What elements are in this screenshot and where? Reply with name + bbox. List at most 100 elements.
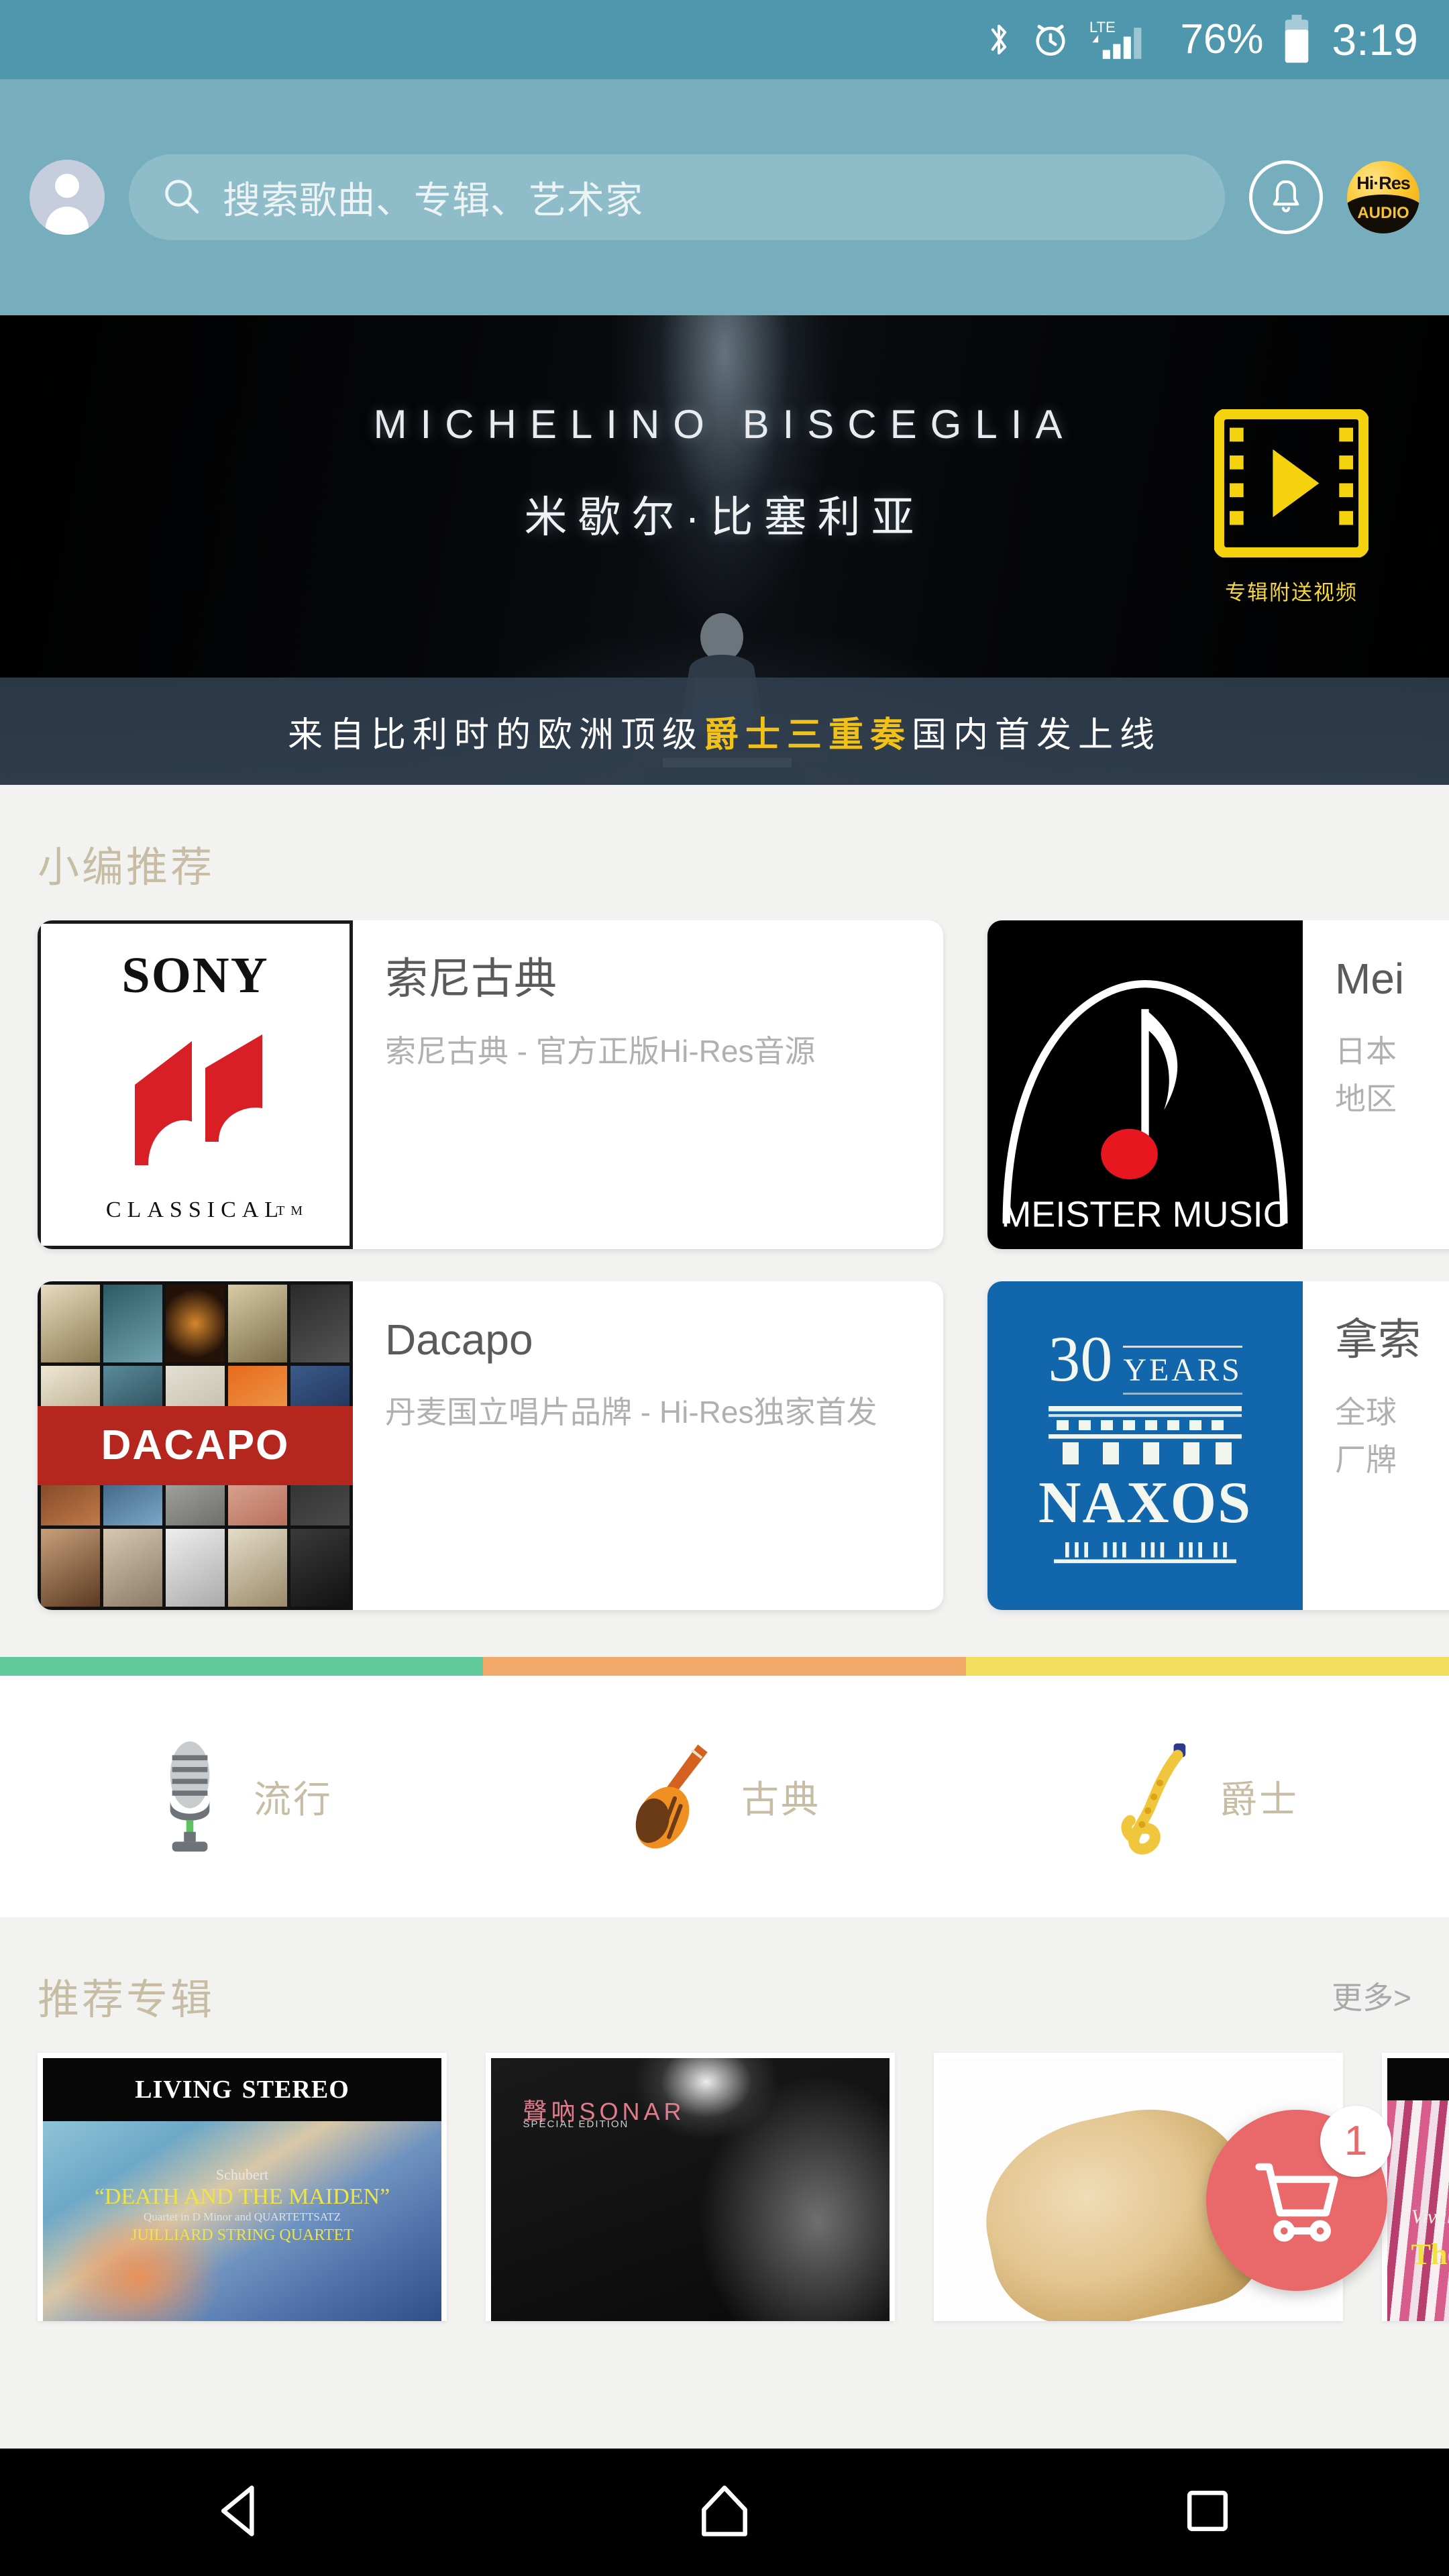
dacapo-wordmark: DACAPO — [101, 1422, 290, 1469]
album-subtitle: SPECIAL EDITION — [523, 2118, 629, 2131]
card-title: 拿索 — [1335, 1316, 1421, 1364]
recents-square-icon[interactable] — [1177, 2480, 1238, 2545]
meister-music-logo: MEISTER MUSIC — [987, 920, 1303, 1249]
dacapo-logo: DACAPO — [38, 1281, 353, 1610]
genre-tab-pop[interactable]: 流行 — [0, 1676, 483, 1917]
bell-icon[interactable] — [1249, 160, 1323, 234]
card-description: 全球 — [1335, 1395, 1397, 1430]
label-card-dacapo[interactable]: DACAPO Dacapo 丹麦国立唱片品牌 - Hi-Res独家首发 — [38, 1281, 943, 1610]
stereo-label: STEREO — [241, 2076, 350, 2104]
lte-signal-icon: LTE — [1087, 19, 1163, 60]
hero-caption-bar: 来自比利时的欧洲顶级 爵士三重奏 国内首发上线 — [0, 678, 1449, 785]
genre-tab-classical[interactable]: 古典 — [483, 1676, 966, 1917]
avatar[interactable] — [30, 160, 105, 235]
battery-percent-text: 76% — [1180, 16, 1264, 62]
label-card-naxos[interactable]: 30 YEARS NAXOS 拿索 全球 厂牌 — [987, 1281, 1449, 1610]
search-placeholder: 搜索歌曲、专辑、艺术家 — [223, 178, 643, 221]
search-input[interactable]: 搜索歌曲、专辑、艺术家 — [129, 154, 1225, 240]
genre-label-classical: 古典 — [741, 1778, 820, 1821]
card-title: Dacapo — [385, 1316, 533, 1364]
card-description: 索尼古典 - 官方正版Hi-Res音源 — [385, 1034, 816, 1069]
card-description-line2: 地区 — [1335, 1081, 1397, 1116]
album-art-death-and-the-maiden: LIVING STEREO Schubert “DEATH AND THE MA… — [43, 2058, 441, 2321]
album-art-sonar: 聲吶SONAR SPECIAL EDITION — [491, 2058, 890, 2321]
album-card[interactable]: LMG 8424 Vivaldi The — [1382, 2053, 1449, 2321]
album-title: The — [1411, 2237, 1449, 2271]
card-title: Mei — [1335, 955, 1405, 1003]
album-card[interactable]: 聲吶SONAR SPECIAL EDITION — [486, 2053, 895, 2321]
editor-picks-section: 小编推荐 — [0, 785, 1449, 920]
album-composer: Vivaldi — [1411, 2205, 1449, 2228]
genre-tabs: 流行 古典 爵士 — [0, 1676, 1449, 1917]
recommended-albums-section: 推荐专辑 更多> — [0, 1917, 1449, 2053]
meister-mark: MEISTER MUSIC — [1001, 979, 1289, 1235]
editor-picks-title: 小编推荐 — [38, 845, 215, 891]
hires-audio-badge: Hi·Res AUDIO — [1347, 161, 1419, 233]
label-card-sony[interactable]: SONY CLASSICAL TM 索尼古典 索尼古典 - 官方正版Hi-Res音… — [38, 920, 943, 1249]
android-nav-bar — [0, 2449, 1449, 2576]
genre-bar-pop — [0, 1657, 483, 1676]
genre-bar-jazz — [966, 1657, 1449, 1676]
hero-caption-start: 来自比利时的欧洲顶级 — [287, 715, 704, 755]
svg-text:LTE: LTE — [1089, 19, 1116, 36]
back-triangle-icon[interactable] — [211, 2480, 272, 2545]
status-bar: LTE 76% 3:19 — [0, 0, 1449, 79]
dacapo-band: DACAPO — [38, 1406, 353, 1485]
card-title: 索尼古典 — [385, 955, 557, 1003]
naxos-wordmark: NAXOS — [1038, 1470, 1252, 1536]
saxophone-icon — [1121, 1743, 1186, 1854]
app-root: LTE 76% 3:19 搜索歌曲、专辑、艺术家 Hi·Res AUDIO MI… — [0, 0, 1449, 2576]
genre-label-pop: 流行 — [254, 1778, 333, 1821]
status-bar-clock: 3:19 — [1332, 15, 1418, 64]
home-icon[interactable] — [694, 2480, 755, 2545]
sony-classical-mark — [135, 1034, 262, 1165]
hero-caption-highlight: 爵士三重奏 — [703, 715, 912, 755]
bluetooth-icon — [984, 19, 1014, 60]
card-text: Mei 日本 地区 — [1303, 920, 1449, 1249]
card-text: Dacapo 丹麦国立唱片品牌 - Hi-Res独家首发 — [353, 1281, 943, 1610]
naxos-base-icon — [1054, 1542, 1236, 1563]
editor-picks-row-2: DACAPO Dacapo 丹麦国立唱片品牌 - Hi-Res独家首发 30 Y… — [0, 1281, 1449, 1642]
genre-tab-jazz[interactable]: 爵士 — [966, 1676, 1449, 1917]
app-header: 搜索歌曲、专辑、艺术家 Hi·Res AUDIO — [0, 79, 1449, 315]
video-film-icon — [1214, 409, 1368, 557]
sony-classical-logo: SONY CLASSICAL TM — [38, 920, 353, 1249]
card-description: 日本 — [1335, 1034, 1397, 1069]
recommended-albums-more-link[interactable]: 更多> — [1332, 1974, 1411, 2053]
hero-caption-end: 国内首发上线 — [912, 715, 1162, 755]
battery-icon — [1281, 15, 1312, 64]
cart-fab-button[interactable]: 1 — [1206, 2106, 1391, 2291]
genre-label-jazz: 爵士 — [1220, 1778, 1299, 1821]
card-text: 拿索 全球 厂牌 — [1303, 1281, 1449, 1610]
naxos-years-number: 30 — [1048, 1322, 1113, 1395]
hires-bottom-text: AUDIO — [1357, 203, 1409, 222]
sony-wordmark: SONY — [121, 947, 269, 1004]
meister-wordmark: MEISTER MUSIC — [1001, 1195, 1289, 1235]
album-art-vivaldi: LMG 8424 Vivaldi The — [1387, 2058, 1449, 2321]
hires-top-text: Hi·Res — [1356, 173, 1411, 193]
card-description-line2: 厂牌 — [1335, 1442, 1397, 1477]
album-catalog-label: LMG 8424 — [1387, 2058, 1449, 2094]
living-label: LIVING — [135, 2076, 233, 2104]
album-composer: Schubert — [215, 2165, 269, 2183]
card-description: 丹麦国立唱片品牌 - Hi-Res独家首发 — [385, 1395, 877, 1430]
album-title: “DEATH AND THE MAIDEN” — [94, 2184, 390, 2210]
naxos-logo: 30 YEARS NAXOS — [987, 1281, 1303, 1610]
video-badge-caption: 专辑附送视频 — [1225, 581, 1358, 604]
naxos-years-label: YEARS — [1123, 1345, 1242, 1395]
genre-color-bars — [0, 1657, 1449, 1676]
hero-banner[interactable]: MICHELINO BISCEGLIA 米歇尔·比塞利亚 专辑附送视频 来自比利… — [0, 315, 1449, 785]
sony-classical-subtext: CLASSICAL TM — [105, 1197, 309, 1222]
album-card[interactable]: LIVING STEREO Schubert “DEATH AND THE MA… — [38, 2053, 447, 2321]
naxos-temple-icon — [1049, 1405, 1242, 1464]
search-icon — [160, 174, 203, 221]
cart-badge: 1 — [1320, 2106, 1391, 2177]
genre-bar-classical — [483, 1657, 966, 1676]
violin-icon — [635, 1744, 708, 1849]
alarm-clock-icon — [1031, 20, 1070, 59]
genre-strip: 流行 古典 爵士 — [0, 1657, 1449, 1917]
card-text: 索尼古典 索尼古典 - 官方正版Hi-Res音源 — [353, 920, 943, 1249]
album-performer: JUILLIARD STRING QUARTET — [131, 2226, 354, 2244]
recommended-albums-title: 推荐专辑 — [38, 1977, 215, 2023]
label-card-meister[interactable]: MEISTER MUSIC Mei 日本 地区 — [987, 920, 1449, 1249]
